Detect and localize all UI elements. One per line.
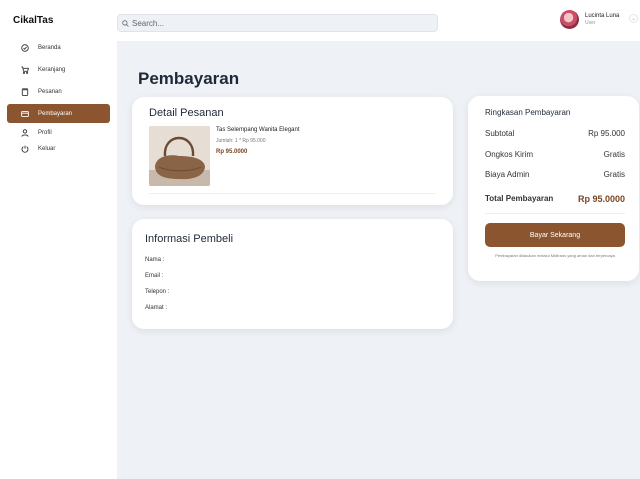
- pay-now-button[interactable]: Bayar Sekarang: [485, 223, 625, 247]
- subtotal-value: Rp 95.000: [588, 129, 625, 138]
- payment-summary-card: Ringkasan Pembayaran Subtotal Rp 95.000 …: [468, 96, 639, 281]
- total-value: Rp 95.0000: [577, 194, 625, 204]
- subtotal-label: Subtotal: [485, 129, 515, 138]
- subtotal-row: Subtotal Rp 95.000: [485, 129, 625, 138]
- buyer-phone-label: Telepon :: [145, 289, 170, 295]
- product-name: Tas Selempang Wanita Elegant: [216, 127, 300, 133]
- product-quantity: Jumlah: 1 * Rp 95.000: [216, 138, 266, 144]
- avatar[interactable]: [560, 9, 579, 29]
- sidebar-item-label: Beranda: [38, 44, 61, 51]
- shipping-row: Ongkos Kirim Gratis: [485, 150, 625, 159]
- shipping-value: Gratis: [603, 150, 625, 159]
- sidebar-item-label: Keranjang: [38, 66, 66, 73]
- buyer-email-label: Email :: [145, 273, 164, 279]
- admin-fee-row: Biaya Admin Gratis: [485, 170, 625, 179]
- payment-icon: [21, 110, 29, 118]
- sidebar-item-label: Pembayaran: [38, 110, 73, 117]
- payment-note: Pembayaran dilakukan melalui Midtrans ya…: [495, 253, 615, 258]
- search-icon: [122, 19, 129, 27]
- buyer-name-label: Nama :: [145, 257, 165, 263]
- buyer-info-title: Informasi Pembeli: [145, 233, 234, 245]
- total-row: Total Pembayaran Rp 95.0000: [485, 194, 625, 204]
- divider: [149, 193, 436, 194]
- chevron-down-icon[interactable]: ⌄: [629, 14, 638, 23]
- user-info: Lucinta Luna User: [585, 13, 619, 26]
- cart-icon: [21, 66, 29, 74]
- user-menu[interactable]: Lucinta Luna User ⌄: [560, 8, 638, 30]
- sidebar-item-keranjang[interactable]: Keranjang: [7, 60, 110, 79]
- sidebar-item-label: Keluar: [38, 145, 56, 152]
- main-content: Pembayaran Detail Pesanan Tas Selempang …: [117, 41, 640, 479]
- admin-fee-value: Gratis: [603, 170, 625, 179]
- logout-icon: [21, 145, 29, 153]
- shipping-label: Ongkos Kirim: [485, 150, 534, 159]
- search-bar: [117, 14, 438, 32]
- page-title: Pembayaran: [138, 69, 240, 88]
- order-detail-card: Detail Pesanan Tas Selempang Wanita Eleg…: [132, 97, 453, 205]
- product-image: [149, 126, 210, 186]
- sidebar-item-keluar[interactable]: Keluar: [7, 142, 110, 155]
- admin-fee-label: Biaya Admin: [485, 170, 530, 179]
- order-detail-title: Detail Pesanan: [149, 107, 224, 119]
- sidebar-item-label: Profil: [38, 129, 52, 136]
- total-label: Total Pembayaran: [485, 194, 554, 203]
- divider: [485, 213, 625, 214]
- sidebar-item-profil[interactable]: Profil: [7, 126, 110, 139]
- sidebar: CikalTas Beranda Keranjang Pesanan Pemba…: [0, 0, 117, 479]
- buyer-address-label: Alamat :: [145, 305, 168, 311]
- user-name: Lucinta Luna: [585, 12, 620, 19]
- search-input[interactable]: [132, 18, 432, 28]
- user-role: User: [585, 19, 596, 26]
- dashboard-icon: [21, 43, 29, 52]
- sidebar-item-beranda[interactable]: Beranda: [7, 38, 110, 57]
- payment-summary-title: Ringkasan Pembayaran: [485, 108, 571, 117]
- sidebar-nav: Beranda Keranjang Pesanan Pembayaran Pro…: [0, 38, 117, 158]
- product-price: Rp 95.0000: [216, 149, 248, 155]
- user-icon: [21, 128, 29, 137]
- sidebar-item-pembayaran[interactable]: Pembayaran: [7, 104, 110, 123]
- sidebar-item-pesanan[interactable]: Pesanan: [7, 82, 110, 101]
- sidebar-item-label: Pesanan: [38, 88, 62, 95]
- buyer-info-card: Informasi Pembeli Nama : Email : Telepon…: [132, 219, 453, 329]
- orders-icon: [21, 87, 29, 96]
- brand-logo[interactable]: CikalTas: [13, 15, 53, 26]
